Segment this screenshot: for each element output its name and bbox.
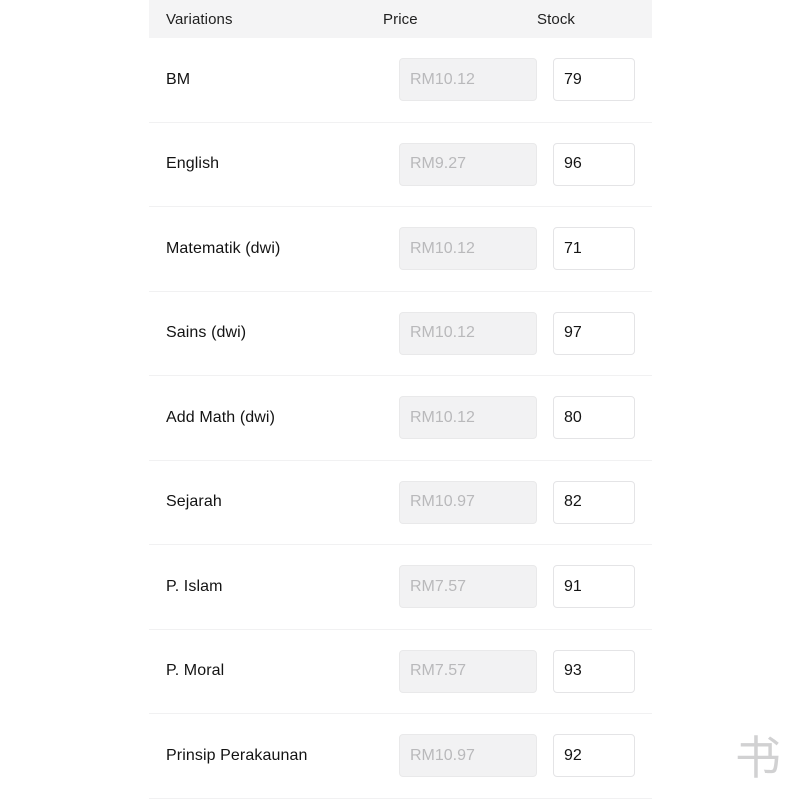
variation-name: P. Islam [166,577,223,595]
stock-input[interactable] [553,58,635,102]
table-row: Prinsip Perakaunan [149,714,652,799]
price-cell [399,649,553,693]
table-row: English [149,122,652,207]
stock-input[interactable] [553,734,635,778]
table-row: Add Math (dwi) [149,376,652,461]
price-input[interactable] [399,734,537,778]
table-row: BM [149,38,652,123]
stock-input[interactable] [553,649,635,693]
price-cell [399,142,553,186]
stock-cell [553,649,652,693]
price-input[interactable] [399,396,537,440]
variation-name: English [166,155,220,173]
price-input[interactable] [399,227,537,271]
price-cell [399,480,553,524]
variation-name: Prinsip Perakaunan [166,746,308,764]
stock-input[interactable] [553,480,635,524]
column-header-stock: Stock [537,10,576,28]
stock-input[interactable] [553,142,635,186]
table-row: P. Islam [149,545,652,630]
price-cell [399,734,553,778]
stock-cell [553,58,652,102]
stock-cell [553,480,652,524]
screen: Variations Price Stock BM English Matemati… [0,0,800,800]
variation-name: Sains (dwi) [166,324,247,342]
price-input[interactable] [399,142,537,186]
stock-input[interactable] [553,227,635,271]
stock-cell [553,227,652,271]
variation-name: P. Moral [166,662,225,680]
price-input[interactable] [399,480,537,524]
variation-name: Matematik (dwi) [166,239,281,257]
variation-name: BM [166,70,191,88]
price-input[interactable] [399,311,537,355]
price-cell [399,58,553,102]
price-cell [399,227,553,271]
stock-cell [553,734,652,778]
price-cell [399,396,553,440]
variation-name: Add Math (dwi) [166,408,275,426]
stock-cell [553,565,652,609]
stock-cell [553,142,652,186]
table-body: BM English Matematik (dwi) Sains (dwi) Add M… [149,38,652,799]
price-input[interactable] [399,58,537,102]
column-header-variations: Variations [166,10,233,28]
variation-name: Sejarah [166,493,222,511]
price-input[interactable] [399,565,537,609]
stock-input[interactable] [553,565,635,609]
price-cell [399,311,553,355]
stock-cell [553,396,652,440]
price-cell [399,565,553,609]
stock-cell [553,311,652,355]
table-row: Sains (dwi) [149,291,652,376]
stock-input[interactable] [553,311,635,355]
watermark-glyph: 书 [735,731,781,785]
stock-input[interactable] [553,396,635,440]
table-row: Sejarah [149,460,652,545]
price-input[interactable] [399,649,537,693]
table-row: Matematik (dwi) [149,207,652,292]
table-header-row: Variations Price Stock [149,0,652,38]
table-row: P. Moral [149,629,652,714]
column-header-price: Price [383,10,418,28]
variations-table: Variations Price Stock BM English Matemati… [149,0,652,799]
